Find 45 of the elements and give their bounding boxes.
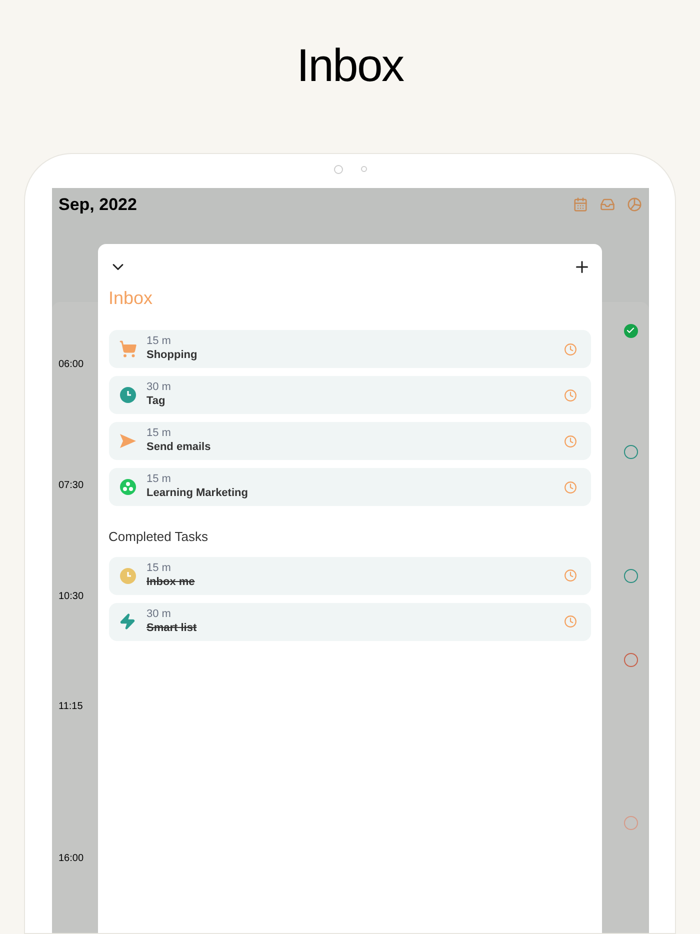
task-name: Send emails [146,441,212,455]
calendar-icon[interactable] [572,197,588,212]
clock-icon [120,568,136,584]
task-duration: 15 m [146,335,172,349]
schedule-icon[interactable] [564,434,576,448]
schedule-icon[interactable] [564,388,576,402]
task-duration: 15 m [146,562,172,576]
schedule-icon[interactable] [564,480,576,494]
sensor-icon [360,166,366,172]
clock-icon [120,387,136,403]
task-name: Tag [146,395,166,409]
task-name: Learning Marketing [146,487,249,501]
task-name: Smart list [146,622,198,636]
time-label: 10:30 [58,590,84,604]
bolt-icon [119,613,136,630]
task-card[interactable]: 15 m Inbox me [108,556,590,594]
time-label: 11:15 [58,700,83,714]
cart-icon [118,340,136,358]
check-icon [626,326,635,335]
section-heading: Completed Tasks [108,528,209,546]
task-duration: 15 m [146,427,172,441]
sheet-title: Inbox [108,287,154,310]
task-name: Inbox me [146,576,196,590]
task-duration: 15 m [146,473,172,487]
ball-icon [120,479,136,495]
task-card[interactable]: 30 m Tag [108,376,590,414]
pie-icon[interactable] [626,197,642,212]
inbox-icon[interactable] [600,197,614,212]
task-name: Shopping [146,349,198,363]
task-duration: 30 m [146,381,172,395]
camera-icon [334,164,342,174]
task-card[interactable]: 30 m Smart list [108,602,590,640]
time-label: 16:00 [58,852,84,866]
time-label: 06:00 [58,358,84,372]
send-icon [120,434,136,448]
month-title: Sep, 2022 [58,194,137,216]
task-card[interactable]: 15 m Send emails [108,422,590,460]
schedule-icon[interactable] [564,615,576,628]
task-card[interactable]: 15 m Shopping [108,330,590,368]
schedule-icon[interactable] [564,342,576,356]
task-card[interactable]: 15 m Learning Marketing [108,468,590,506]
page-title: Inbox [296,42,404,88]
time-label: 07:30 [58,478,84,492]
schedule-icon[interactable] [564,569,576,582]
task-duration: 30 m [146,608,172,622]
